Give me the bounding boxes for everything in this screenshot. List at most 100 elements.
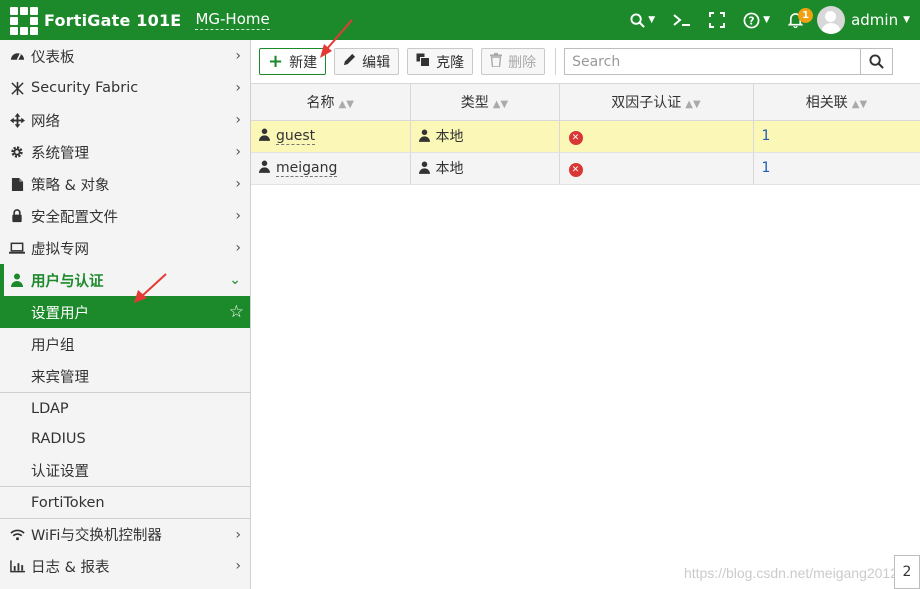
chevron-right-icon: › (235, 208, 241, 224)
caret-down-icon: ▼ (903, 15, 910, 25)
cell-type: 本地 (410, 152, 560, 185)
user-icon (9, 273, 25, 287)
sidebar-item-security-fabric[interactable]: Security Fabric › (0, 72, 250, 104)
policy-icon (9, 177, 25, 192)
sidebar: 仪表板 › Security Fabric › 网络 › 系统管理 › 策略 &… (0, 40, 251, 589)
sidebar-subitem-user-groups[interactable]: 用户组 (0, 328, 250, 360)
chevron-right-icon: › (235, 80, 241, 96)
sidebar-subitem-auth-settings[interactable]: 认证设置 (0, 454, 250, 486)
help-menu-button[interactable]: ? ▼ (743, 12, 770, 29)
vdom-selector[interactable]: MG-Home (195, 10, 270, 30)
chevron-right-icon: › (235, 48, 241, 64)
toolbar-divider (555, 48, 557, 75)
fullscreen-icon (709, 12, 726, 28)
sidebar-subitem-fortitoken[interactable]: FortiToken (0, 486, 250, 518)
trash-icon (490, 52, 503, 71)
search-input[interactable] (564, 48, 861, 75)
new-button[interactable]: + 新建 (259, 48, 327, 75)
main-content: + 新建 编辑 克隆 删除 Search 名称 ▲▼ 类型 ▲▼ 双因子认证 ▲… (251, 40, 920, 589)
star-icon[interactable]: ☆ (229, 296, 244, 328)
reference-count-link[interactable]: 1 (762, 128, 771, 144)
chevron-right-icon: › (235, 176, 241, 192)
search-menu-button[interactable]: ▼ (630, 12, 656, 28)
search-button[interactable] (860, 48, 894, 75)
disabled-x-icon: ✕ (568, 162, 583, 177)
caret-down-icon: ▼ (763, 15, 771, 25)
cell-name: meigang (251, 152, 411, 185)
sidebar-item-security-profiles[interactable]: 安全配置文件 › (0, 200, 250, 232)
cli-console-button[interactable] (673, 13, 691, 27)
svg-text:?: ? (749, 15, 755, 27)
page-indicator[interactable]: 2 (894, 555, 920, 589)
sidebar-item-wifi-switch[interactable]: WiFi与交换机控制器 › (0, 518, 250, 550)
help-icon: ? (743, 12, 760, 28)
laptop-icon (9, 242, 25, 255)
sidebar-item-user-auth[interactable]: 用户与认证 ⌄ (0, 264, 250, 296)
search-box (564, 48, 894, 75)
fortinet-logo-icon[interactable] (8, 5, 38, 35)
caret-down-icon: ▼ (648, 15, 656, 25)
sidebar-subitem-radius[interactable]: RADIUS (0, 424, 250, 454)
cell-references: 1 (753, 152, 920, 185)
sidebar-subitem-user-definition[interactable]: 设置用户 ☆ (0, 296, 250, 328)
user-menu[interactable]: admin ▼ (851, 11, 910, 29)
user-icon (418, 161, 430, 177)
chart-icon (9, 559, 25, 573)
clone-icon (416, 53, 431, 71)
sidebar-item-network[interactable]: 网络 › (0, 104, 250, 136)
sidebar-item-system[interactable]: 系统管理 › (0, 136, 250, 168)
disabled-x-icon: ✕ (568, 130, 583, 145)
users-table: 名称 ▲▼ 类型 ▲▼ 双因子认证 ▲▼ 相关联 ▲▼ guest 本地 ✕ 1 mei… (251, 84, 920, 185)
lock-icon (9, 209, 25, 223)
edit-button[interactable]: 编辑 (334, 48, 400, 75)
search-icon (630, 12, 646, 28)
terminal-icon (673, 14, 691, 26)
reference-count-link[interactable]: 1 (762, 160, 771, 176)
delete-button[interactable]: 删除 (481, 48, 546, 75)
chevron-right-icon: › (235, 112, 241, 128)
user-icon (418, 129, 430, 145)
column-header-references[interactable]: 相关联 ▲▼ (753, 84, 920, 121)
top-bar: FortiGate 101E MG-Home ▼ ? ▼ 1 admin ▼ (0, 0, 920, 40)
sidebar-subitem-guest-management[interactable]: 来宾管理 (0, 360, 250, 392)
sidebar-subitem-ldap[interactable]: LDAP (0, 392, 250, 424)
column-header-name[interactable]: 名称 ▲▼ (251, 84, 411, 121)
sort-icon: ▲▼ (338, 98, 354, 110)
notification-badge: 1 (798, 8, 814, 23)
notifications-button[interactable]: 1 (788, 8, 814, 28)
fabric-icon (9, 81, 25, 96)
cell-name: guest (251, 120, 411, 153)
table-header-row: 名称 ▲▼ 类型 ▲▼ 双因子认证 ▲▼ 相关联 ▲▼ (251, 84, 920, 121)
avatar[interactable] (817, 6, 846, 34)
user-icon (259, 128, 270, 144)
search-icon (869, 54, 884, 69)
chevron-right-icon: › (235, 240, 241, 256)
cell-type: 本地 (410, 120, 560, 153)
network-move-icon (9, 112, 25, 128)
sort-icon: ▲▼ (685, 98, 701, 110)
table-row[interactable]: guest 本地 ✕ 1 (251, 120, 920, 153)
sidebar-item-vpn[interactable]: 虚拟专网 › (0, 232, 250, 264)
dashboard-icon (9, 49, 25, 63)
sidebar-item-dashboard[interactable]: 仪表板 › (0, 40, 250, 72)
gear-icon (9, 145, 25, 159)
chevron-down-icon: ⌄ (229, 272, 241, 288)
sidebar-item-log-report[interactable]: 日志 & 报表 › (0, 550, 250, 582)
sidebar-item-policy[interactable]: 策略 & 对象 › (0, 168, 250, 200)
watermark: https://blog.csdn.net/meigang2012 (683, 565, 898, 581)
table-row[interactable]: meigang 本地 ✕ 1 (251, 152, 920, 185)
toolbar: + 新建 编辑 克隆 删除 (251, 40, 920, 84)
clone-button[interactable]: 克隆 (407, 48, 474, 75)
sort-icon: ▲▼ (851, 98, 868, 110)
chevron-right-icon: › (235, 558, 241, 574)
user-icon (259, 160, 270, 176)
sort-icon: ▲▼ (492, 98, 509, 110)
column-header-type[interactable]: 类型 ▲▼ (410, 84, 560, 121)
cell-references: 1 (753, 120, 920, 153)
chevron-right-icon: › (235, 527, 241, 543)
column-header-two-factor[interactable]: 双因子认证 ▲▼ (559, 84, 754, 121)
device-name: FortiGate 101E (44, 10, 182, 30)
chevron-right-icon: › (235, 144, 241, 160)
cell-two-factor: ✕ (559, 152, 754, 185)
fullscreen-button[interactable] (709, 12, 726, 28)
